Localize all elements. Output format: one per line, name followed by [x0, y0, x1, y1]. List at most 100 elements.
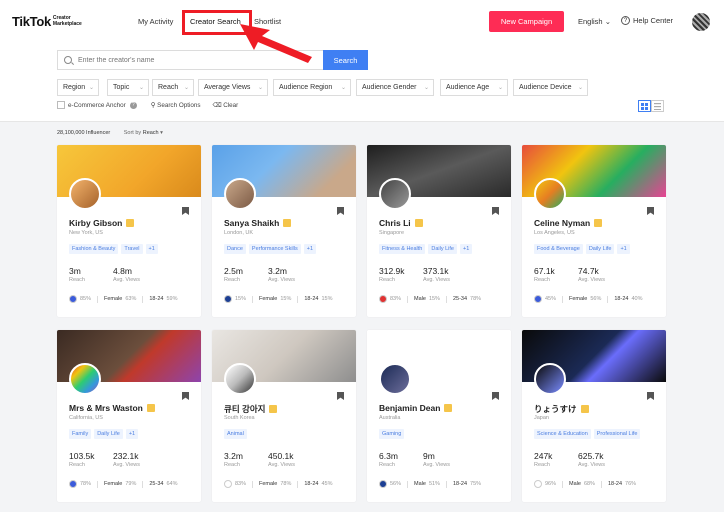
- avatar[interactable]: [379, 363, 411, 395]
- gender-pct: 51%: [428, 481, 440, 487]
- search-options-toggle[interactable]: ⚲ Search Options: [151, 102, 201, 109]
- filter-audience-device[interactable]: Audience Device ⌄: [513, 79, 588, 96]
- ecommerce-checkbox[interactable]: [57, 101, 65, 109]
- clear-button[interactable]: ⌫ Clear: [213, 102, 239, 109]
- bookmark-icon[interactable]: [337, 392, 344, 400]
- age-pct: 59%: [166, 296, 178, 302]
- country-pct: 83%: [390, 296, 402, 302]
- creator-card[interactable]: 큐티 강아지 South Korea Animal 3.2m Reach 450.…: [212, 330, 356, 502]
- creator-tag[interactable]: Performance Skills: [248, 244, 301, 254]
- language-selector[interactable]: English ⌄: [578, 17, 611, 26]
- age-pct: 15%: [321, 296, 333, 302]
- chevron-down-icon: ⌄: [88, 85, 94, 91]
- age-pct: 45%: [321, 481, 333, 487]
- tiktok-logo[interactable]: TikTok Creator Marketplace: [12, 14, 82, 29]
- creator-tag[interactable]: Science & Education: [534, 429, 591, 439]
- crown-icon: [146, 404, 155, 412]
- bookmark-icon[interactable]: [337, 207, 344, 215]
- creator-card[interactable]: Chris Li Singapore Fitness & Health Daily…: [367, 145, 511, 317]
- avatar[interactable]: [534, 178, 566, 210]
- creator-tag[interactable]: +1: [617, 244, 630, 254]
- age-pct: 76%: [625, 481, 637, 487]
- creator-card[interactable]: Kirby Gibson New York, US Fashion & Beau…: [57, 145, 201, 317]
- creator-card[interactable]: Mrs & Mrs Waston California, US Family Da…: [57, 330, 201, 502]
- results-summary: 28,100,000 Influencer Sort by Reach ▾: [57, 130, 163, 136]
- creator-tag[interactable]: +1: [459, 244, 473, 254]
- creator-tag[interactable]: Travel: [121, 244, 143, 254]
- country-flag-icon: [534, 480, 542, 488]
- filter-audience-age[interactable]: Audience Age ⌄: [440, 79, 508, 96]
- crown-icon: [594, 219, 603, 227]
- creator-location: Singapore: [379, 230, 405, 236]
- creator-tag[interactable]: +1: [125, 429, 139, 439]
- creator-name[interactable]: Mrs & Mrs Waston: [69, 403, 143, 413]
- creator-tag[interactable]: Fashion & Beauty: [69, 244, 119, 254]
- creator-location: Japan: [534, 415, 549, 421]
- result-count: 28,100,000 Influencer: [57, 130, 111, 136]
- creator-tag[interactable]: Fitness & Health: [379, 244, 426, 254]
- bookmark-icon[interactable]: [182, 392, 189, 400]
- info-icon[interactable]: ?: [129, 101, 137, 109]
- top-bar: TikTok Creator Marketplace My Activity Cr…: [0, 0, 724, 42]
- creator-tag[interactable]: Family: [69, 429, 92, 439]
- creator-tag[interactable]: Food & Beverage: [534, 244, 583, 254]
- avatar[interactable]: [69, 178, 101, 210]
- question-circle-icon: ?: [621, 16, 630, 25]
- creator-tag[interactable]: Daily Life: [428, 244, 457, 254]
- search-button[interactable]: Search: [323, 50, 368, 70]
- nav-my-activity[interactable]: My Activity: [138, 17, 173, 26]
- creator-name[interactable]: Sanya Shaikh: [224, 218, 279, 228]
- grid-view-icon[interactable]: [638, 100, 651, 112]
- filter-audience-region[interactable]: Audience Region ⌄: [273, 79, 351, 96]
- filter-reach[interactable]: Reach ⌄: [152, 79, 194, 96]
- creator-card[interactable]: Benjamin Dean Australia Gaming 6.3m Reach…: [367, 330, 511, 502]
- creator-tag[interactable]: Professional Life: [593, 429, 641, 439]
- creator-name[interactable]: りょうすけ: [534, 403, 577, 415]
- help-center-link[interactable]: ? Help Center: [621, 16, 673, 25]
- creator-tag[interactable]: +1: [145, 244, 158, 254]
- avatar[interactable]: [69, 363, 101, 395]
- crown-icon: [444, 404, 453, 412]
- country-flag-icon: [534, 295, 542, 303]
- stats: 6.3m Reach 9m Avg. Views: [379, 451, 467, 468]
- reach-value: 67.1k: [534, 266, 555, 276]
- creator-tag[interactable]: +1: [303, 244, 317, 254]
- filter-topic[interactable]: Topic ⌄: [107, 79, 149, 96]
- age-value: 18-24: [149, 296, 164, 302]
- creator-name[interactable]: Celine Nyman: [534, 218, 590, 228]
- creator-name[interactable]: Chris Li: [379, 218, 411, 228]
- chevron-down-icon: ⌄: [138, 85, 144, 91]
- list-view-icon[interactable]: [651, 100, 664, 112]
- creator-card[interactable]: Sanya Shaikh London, UK Dance Performance…: [212, 145, 356, 317]
- bookmark-icon[interactable]: [647, 392, 654, 400]
- bookmark-icon[interactable]: [182, 207, 189, 215]
- filter-average-views[interactable]: Average Views ⌄: [198, 79, 268, 96]
- creator-tag[interactable]: Daily Life: [94, 429, 123, 439]
- creator-card[interactable]: Celine Nyman Los Angeles, US Food & Beve…: [522, 145, 666, 317]
- creator-tag[interactable]: Animal: [224, 429, 247, 439]
- search-icon: [64, 56, 72, 64]
- sort-by-dropdown[interactable]: Reach ▾: [143, 130, 163, 136]
- creator-name[interactable]: Benjamin Dean: [379, 403, 440, 413]
- filter-region[interactable]: Region ⌄: [57, 79, 99, 96]
- user-avatar[interactable]: [692, 13, 710, 31]
- creator-name[interactable]: 큐티 강아지: [224, 403, 265, 415]
- new-campaign-button[interactable]: New Campaign: [489, 11, 564, 32]
- creator-tag[interactable]: Gaming: [379, 429, 405, 439]
- creator-tag[interactable]: Daily Life: [585, 244, 615, 254]
- avatar[interactable]: [224, 178, 256, 210]
- bookmark-icon[interactable]: [492, 207, 499, 215]
- tag-list: Fitness & Health Daily Life +1: [379, 244, 473, 254]
- bookmark-icon[interactable]: [492, 392, 499, 400]
- creator-name[interactable]: Kirby Gibson: [69, 218, 122, 228]
- filter-audience-gender[interactable]: Audience Gender ⌄: [356, 79, 434, 96]
- avatar[interactable]: [379, 178, 411, 210]
- views-value: 232.1k: [113, 451, 139, 461]
- chevron-down-icon: ⌄: [577, 85, 583, 91]
- creator-tag[interactable]: Dance: [224, 244, 246, 254]
- avatar[interactable]: [224, 363, 256, 395]
- gender-value: Female: [104, 481, 123, 487]
- bookmark-icon[interactable]: [647, 207, 654, 215]
- avatar[interactable]: [534, 363, 566, 395]
- creator-card[interactable]: りょうすけ Japan Science & Education Professio…: [522, 330, 666, 502]
